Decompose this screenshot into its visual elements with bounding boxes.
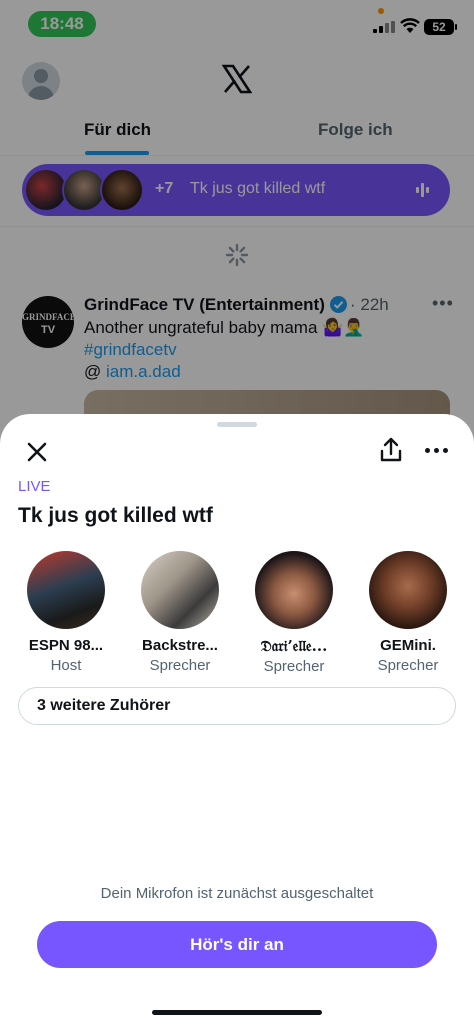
mic-status-note: Dein Mikrofon ist zunächst ausgeschaltet bbox=[100, 885, 374, 902]
sheet-grabber[interactable] bbox=[217, 422, 257, 427]
more-listeners-button[interactable]: 3 weitere Zuhörer bbox=[18, 687, 456, 725]
avatar bbox=[255, 551, 333, 629]
speaker-role: Host bbox=[50, 657, 82, 674]
speaker-item[interactable]: GEMini. Sprecher bbox=[350, 551, 466, 674]
speaker-item[interactable]: 𝔇𝔞𝔯𝔦’𝔢𝔩𝔩𝔢... Sprecher bbox=[236, 551, 352, 675]
close-icon[interactable] bbox=[22, 437, 52, 467]
space-title: Tk jus got killed wtf bbox=[18, 504, 213, 527]
avatar bbox=[141, 551, 219, 629]
speaker-host[interactable]: ESPN 98... Host bbox=[8, 551, 124, 674]
live-label: LIVE bbox=[18, 478, 51, 495]
speaker-name: ESPN 98... bbox=[28, 637, 104, 654]
listen-button[interactable]: Hör's dir an bbox=[37, 921, 437, 968]
speaker-role: Sprecher bbox=[149, 657, 211, 674]
home-indicator bbox=[152, 1010, 322, 1015]
speaker-role: Sprecher bbox=[263, 658, 325, 675]
speaker-name: 𝔇𝔞𝔯𝔦’𝔢𝔩𝔩𝔢... bbox=[260, 637, 328, 655]
avatar bbox=[27, 551, 105, 629]
space-bottom-sheet: LIVE Tk jus got killed wtf ESPN 98... Ho… bbox=[0, 414, 474, 1025]
speaker-name: GEMini. bbox=[380, 637, 436, 654]
avatar bbox=[369, 551, 447, 629]
speaker-role: Sprecher bbox=[377, 657, 439, 674]
more-options-icon[interactable] bbox=[425, 448, 449, 454]
speaker-item[interactable]: Backstre... Sprecher bbox=[122, 551, 238, 674]
share-icon[interactable] bbox=[377, 436, 405, 464]
speaker-name: Backstre... bbox=[142, 637, 218, 654]
